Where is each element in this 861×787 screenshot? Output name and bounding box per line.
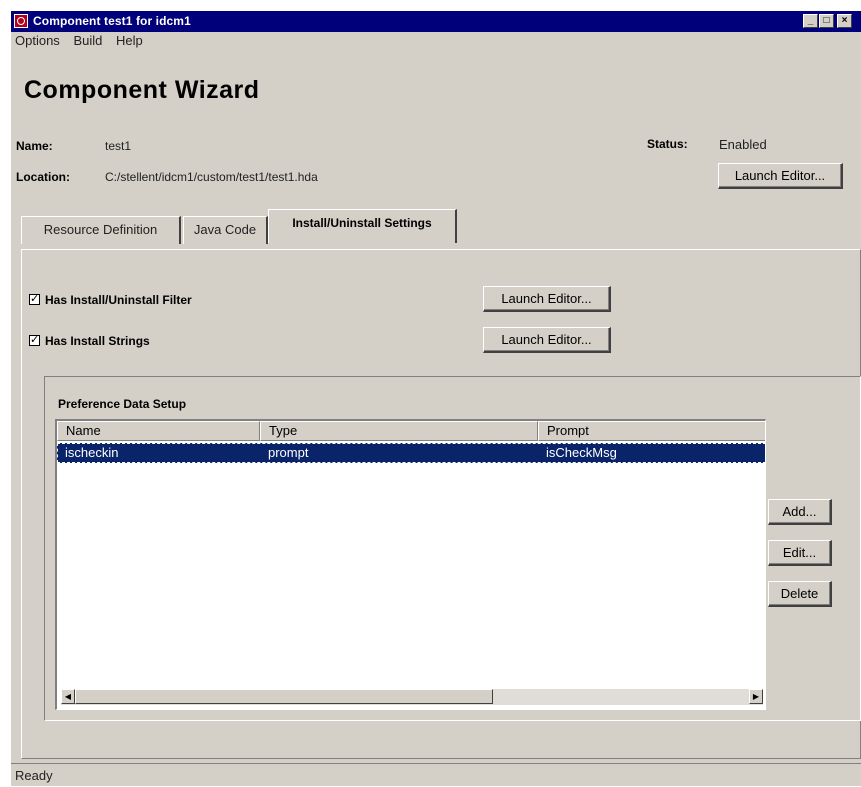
tab-install-uninstall-settings[interactable]: Install/Uninstall Settings [268,209,457,243]
menu-bar: Options Build Help [15,33,153,51]
name-value: test1 [105,139,132,153]
add-button[interactable]: Add... [768,499,832,525]
component-wizard-window: Component test1 for idcm1 _ □ × Options … [10,10,861,786]
close-button[interactable]: × [837,14,852,28]
location-label: Location: [16,170,70,184]
maximize-button[interactable]: □ [819,14,834,28]
status-label: Status: [647,137,688,151]
cell-prompt: isCheckMsg [546,445,617,460]
scroll-right-arrow-icon[interactable]: ▶ [749,689,763,704]
status-bar: Ready [11,763,861,787]
tab-resource-definition[interactable]: Resource Definition [21,216,181,244]
preference-data-title: Preference Data Setup [58,397,187,411]
install-filter-checkbox[interactable] [29,292,40,305]
page-title: Component Wizard [24,76,260,104]
filter-launch-editor-button[interactable]: Launch Editor... [483,286,611,312]
minimize-button[interactable]: _ [803,14,818,28]
launch-editor-button[interactable]: Launch Editor... [718,163,843,189]
column-header-type[interactable]: Type [260,421,538,441]
install-filter-label: Has Install/Uninstall Filter [45,293,192,307]
delete-button[interactable]: Delete [768,581,832,607]
install-strings-checkbox[interactable] [29,333,40,346]
scroll-left-arrow-icon[interactable]: ◀ [61,689,75,704]
title-bar[interactable]: Component test1 for idcm1 _ □ × [11,11,861,32]
strings-launch-editor-button[interactable]: Launch Editor... [483,327,611,353]
window-title: Component test1 for idcm1 [33,14,191,28]
name-label: Name: [16,139,53,153]
tab-java-code[interactable]: Java Code [183,216,268,244]
column-header-name[interactable]: Name [57,421,260,441]
table-header: Name Type Prompt [57,421,765,441]
status-text: Ready [15,768,53,783]
column-header-prompt[interactable]: Prompt [538,421,765,441]
location-value: C:/stellent/idcm1/custom/test1/test1.hda [105,170,318,184]
cell-name: ischeckin [65,445,119,460]
menu-build[interactable]: Build [73,33,102,48]
status-value: Enabled [719,137,767,152]
edit-button[interactable]: Edit... [768,540,832,566]
cell-type: prompt [268,445,309,460]
preference-table[interactable]: Name Type Prompt ischeckin prompt isChec… [55,419,766,710]
install-strings-checkbox-row[interactable]: Has Install Strings [29,333,150,348]
install-strings-label: Has Install Strings [45,334,150,348]
table-row[interactable]: ischeckin prompt isCheckMsg [57,443,765,463]
scrollbar-thumb[interactable] [75,689,493,704]
install-filter-checkbox-row[interactable]: Has Install/Uninstall Filter [29,292,192,307]
menu-help[interactable]: Help [116,33,143,48]
horizontal-scrollbar[interactable]: ◀ ▶ [61,689,763,705]
app-icon[interactable] [14,14,28,28]
menu-options[interactable]: Options [15,33,60,48]
